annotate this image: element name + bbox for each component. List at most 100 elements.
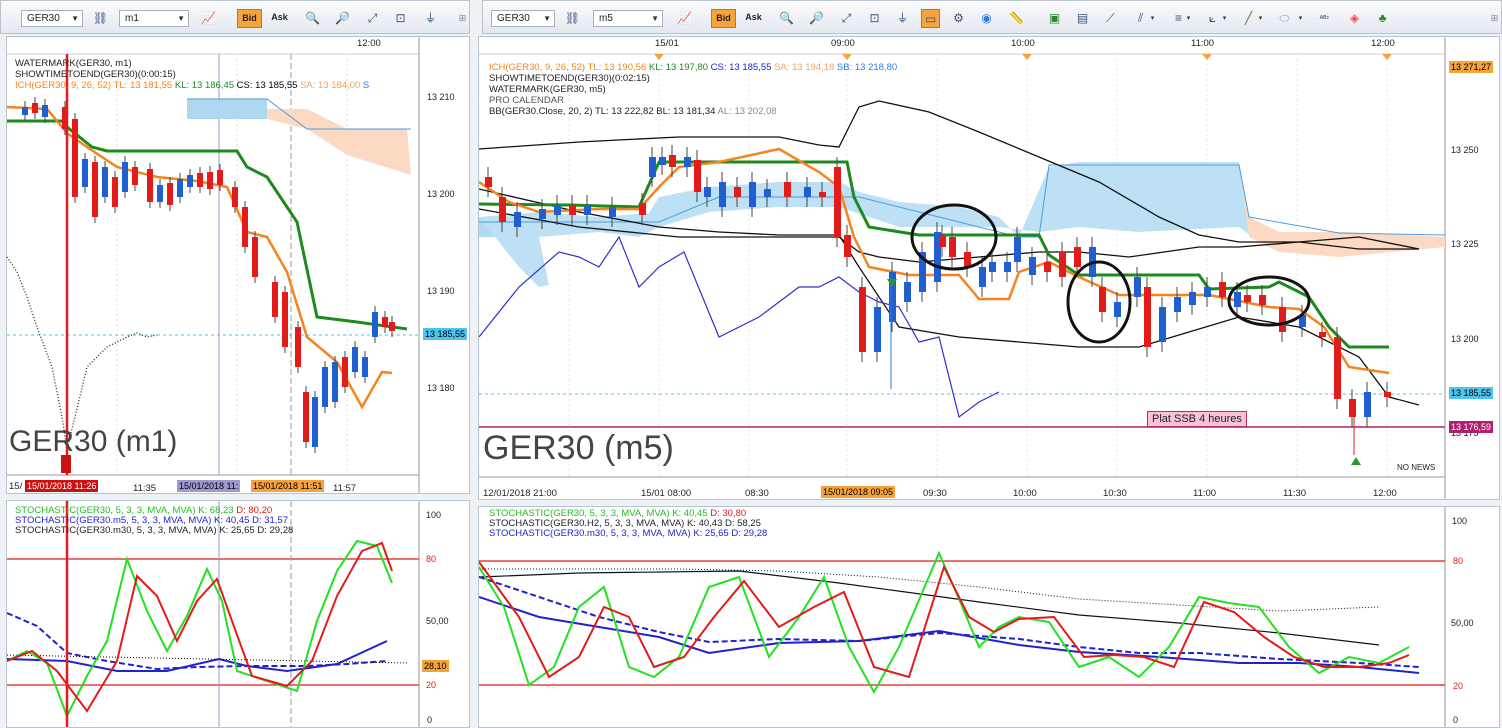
candle-body	[719, 182, 726, 207]
ich-tl: TL: 13 181,55	[113, 80, 173, 91]
text-icon[interactable]: ᴬᴮᶜ	[1315, 9, 1334, 28]
candle-body	[694, 160, 701, 192]
candle-body	[684, 157, 691, 167]
right-legend-watermark: WATERMARK(GER30, m5)	[489, 84, 606, 95]
left-symbol-select[interactable]: GER30 ▼	[21, 10, 83, 27]
trendline-dropdown-icon[interactable]: ▾	[1251, 9, 1270, 28]
zoom-reset-icon[interactable]: ⤢	[363, 9, 382, 28]
candle-body	[844, 235, 851, 257]
left-main-chart[interactable]: 12:00 WATERMARK(GER30, m1) SHOWTIMETOEND…	[6, 36, 470, 494]
zoom-area-icon[interactable]: ⊡	[865, 9, 884, 28]
bb-al: AL: 13 202,08	[717, 106, 777, 117]
candle-body	[122, 162, 128, 192]
zoom-in-icon[interactable]: 🔍	[303, 9, 322, 28]
stoch-name: STOCHASTIC(GER30.m30, 5, 3, 3, MVA, MVA)	[15, 525, 217, 536]
right-top-time: 11:00	[1191, 38, 1215, 49]
globe-icon[interactable]: ◉	[977, 9, 996, 28]
link-icon[interactable]: ⛓	[563, 9, 582, 28]
zoom-out-icon[interactable]: 🔎	[807, 9, 826, 28]
zoom-in-icon[interactable]: 🔍	[777, 9, 796, 28]
right-time-label: 12/01/2018 21:00	[483, 488, 557, 499]
left-ask-button[interactable]: Ask	[267, 9, 292, 28]
right-legend-bb: BB(GER30.Close, 20, 2) TL: 13 222,82 BL:…	[489, 106, 777, 118]
right-ask-button[interactable]: Ask	[741, 9, 766, 28]
crosshair-icon[interactable]: ▭	[921, 9, 940, 28]
candle-body	[639, 203, 646, 215]
candle-body	[82, 159, 88, 187]
left-stoch-label: 20	[424, 679, 439, 691]
left-stochastic-panel[interactable]: STOCHASTIC(GER30, 5, 3, 3, MVA, MVA) K: …	[6, 500, 470, 728]
right-stochastic-panel[interactable]: STOCHASTIC(GER30, 5, 3, 3, MVA, MVA) K: …	[478, 506, 1500, 728]
candle-body	[804, 187, 811, 197]
stoch-k: K: 25,65	[219, 525, 255, 536]
chart-type-icon[interactable]: 📈	[675, 9, 694, 28]
more-icon[interactable]: ⊞	[1485, 9, 1502, 28]
right-stoch-label: 50,00	[1451, 618, 1474, 628]
zoom-area-icon[interactable]: ⊡	[391, 9, 410, 28]
scale-icon[interactable]: ⏚	[421, 9, 440, 28]
fan-dropdown-icon[interactable]: ▾	[1215, 9, 1234, 28]
more-icon[interactable]: ⊞	[453, 9, 472, 28]
candle-body	[734, 187, 741, 197]
right-stoch-label: 0	[1453, 715, 1459, 725]
left-bid-button[interactable]: Bid	[237, 9, 262, 28]
zoom-out-icon[interactable]: 🔎	[333, 9, 352, 28]
candle-body	[72, 119, 78, 197]
candle-body	[42, 105, 48, 117]
left-timeframe-select[interactable]: m1 ▼	[119, 10, 189, 27]
left-time-label-purple: 15/01/2018 11:	[177, 480, 241, 492]
right-legend-showtime: SHOWTIMETOEND(GER30)(0:02:15)	[489, 73, 650, 84]
candle-body	[303, 392, 309, 442]
scale-icon[interactable]: ⏚	[893, 9, 912, 28]
ellipse-dropdown-icon[interactable]: ▾	[1291, 9, 1310, 28]
candle-body	[1029, 257, 1036, 275]
ruler-icon[interactable]: 📏	[1007, 9, 1026, 28]
candle-body	[22, 107, 28, 115]
stoch-k: K: 25,65	[693, 528, 729, 539]
candle-body	[32, 103, 38, 113]
right-time-label: 09:30	[923, 488, 947, 499]
stoch-m30-d	[479, 576, 1420, 668]
candle-body	[989, 262, 996, 272]
stoch-d: D: 29,28	[731, 528, 768, 539]
candle-body	[649, 157, 656, 177]
fibonacci-dropdown-icon[interactable]: ▾	[1143, 9, 1162, 28]
right-timeframe-select[interactable]: m5 ▼	[593, 10, 663, 27]
lines-dropdown-icon[interactable]: ▾	[1179, 9, 1198, 28]
right-main-chart[interactable]: 15/01 09:00 10:00 11:00 12:00 ICH(GER30,…	[478, 36, 1500, 500]
ich-sa: SA: 13 194,18	[774, 62, 835, 73]
link-icon[interactable]: ⛓	[91, 9, 110, 28]
right-top-time: 10:00	[1011, 38, 1035, 49]
candle-body	[1364, 392, 1371, 417]
right-top-time: 15/01	[655, 38, 679, 49]
pitchfork-icon[interactable]: ⟋	[1101, 9, 1120, 28]
layout-icon[interactable]: ▤	[1073, 9, 1092, 28]
candle-body	[539, 209, 546, 219]
bb-tl: TL: 13 222,82	[594, 106, 654, 117]
ssb-annotation[interactable]: Plat SSB 4 heures	[1147, 411, 1247, 427]
right-symbol-select[interactable]: GER30 ▼	[491, 10, 555, 27]
ich-tl: TL: 13 190,56	[587, 62, 647, 73]
right-legend-ichimoku: ICH(GER30, 9, 26, 52) TL: 13 190,56 KL: …	[489, 62, 897, 74]
right-bid-button[interactable]: Bid	[711, 9, 736, 28]
candle-body	[1014, 237, 1021, 262]
left-watermark: GER30 (m1)	[9, 425, 178, 458]
left-time-label-orange: 15/01/2018 11:51	[251, 480, 325, 492]
candle-body	[1099, 287, 1106, 312]
ich-name: ICH(GER30, 9, 26, 52)	[15, 80, 112, 91]
objects-tree-icon[interactable]: ♣	[1373, 9, 1392, 28]
left-stoch-label: 50,00	[426, 616, 449, 626]
eraser-icon[interactable]: ◈	[1345, 9, 1364, 28]
candle-body	[819, 192, 826, 197]
candle-body	[157, 185, 163, 202]
ich-sa: SA: 13 184,00	[300, 80, 361, 91]
picture-icon[interactable]: ▣	[1045, 9, 1064, 28]
stoch-d: D: 29,28	[257, 525, 294, 536]
chart-type-icon[interactable]: 📈	[199, 9, 218, 28]
right-stochastic-chart	[479, 507, 1446, 727]
indicator-icon[interactable]: ⚙	[949, 9, 968, 28]
left-legend-watermark: WATERMARK(GER30, m1)	[15, 58, 132, 69]
right-time-label: 12:00	[1373, 488, 1397, 499]
candle-body	[207, 172, 213, 189]
zoom-reset-icon[interactable]: ⤢	[837, 9, 856, 28]
